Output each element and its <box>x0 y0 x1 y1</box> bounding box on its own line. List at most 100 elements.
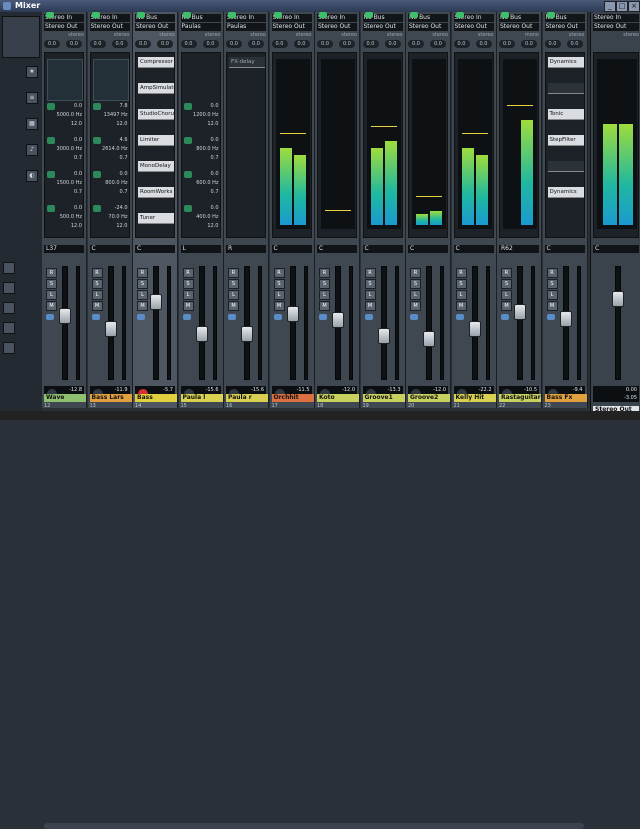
eq-band-value[interactable]: 0.0 <box>48 205 82 211</box>
pan-control[interactable]: C <box>271 245 312 253</box>
pan-control[interactable]: R62 <box>499 245 539 253</box>
insert-slot[interactable] <box>547 83 584 94</box>
output-pan[interactable]: C <box>593 245 639 253</box>
automation-read-icon[interactable] <box>319 314 327 320</box>
channel-button-m[interactable]: M <box>91 301 103 311</box>
channel-button-r[interactable]: R <box>319 268 330 278</box>
channel-button-s[interactable]: S <box>319 279 330 289</box>
pan-control[interactable]: C <box>89 245 130 253</box>
eq-band-value[interactable]: 0.0 <box>94 171 128 177</box>
eq-band-value[interactable]: 12.0 <box>94 223 127 229</box>
bars-icon[interactable]: ≡ <box>26 92 38 104</box>
insert-slot[interactable]: Tonic <box>547 109 584 120</box>
eq-band-value[interactable]: 12.0 <box>48 223 82 229</box>
phase-knob[interactable]: 0.0 <box>111 40 128 48</box>
channel-button-m[interactable]: M <box>228 301 239 311</box>
volume-fader-handle[interactable] <box>423 331 435 347</box>
channel-button-l[interactable]: L <box>501 290 512 300</box>
eq-band-value[interactable]: 1200.0 Hz <box>185 112 218 118</box>
phase-knob[interactable]: 0.0 <box>293 40 310 48</box>
channel-button-s[interactable]: S <box>46 279 57 289</box>
insert-slot[interactable]: Tuner <box>138 213 174 224</box>
channel-name[interactable]: Kelly Hit <box>453 394 496 402</box>
input-gain-knob[interactable]: 0.0 <box>226 40 242 48</box>
phase-knob[interactable]: 0.0 <box>202 40 219 48</box>
view-toggle-icon[interactable] <box>3 302 15 314</box>
output-routing[interactable]: Stereo Out <box>499 23 539 31</box>
insert-slot[interactable]: StepFilter <box>547 135 584 146</box>
output-fader-track[interactable] <box>615 266 621 380</box>
eq-band-value[interactable]: 800.0 Hz <box>185 146 218 152</box>
channel-button-m[interactable]: M <box>46 301 57 311</box>
output-routing[interactable]: Stereo Out <box>271 23 312 31</box>
eq-band-value[interactable]: 0.0 <box>48 137 82 143</box>
output-routing[interactable]: Stereo Out <box>135 23 175 31</box>
eq-band-value[interactable]: 0.0 <box>48 171 82 177</box>
insert-slot[interactable]: Limiter <box>138 135 174 146</box>
volume-fader-handle[interactable] <box>104 321 117 337</box>
output-input-routing[interactable]: Stereo In <box>593 14 639 22</box>
insert-slot[interactable]: Dynamics <box>547 187 584 198</box>
eq-curve-display[interactable] <box>92 59 129 101</box>
automation-read-icon[interactable] <box>455 314 464 320</box>
pan-control[interactable]: L <box>180 245 221 253</box>
phase-knob[interactable]: 0.0 <box>566 40 583 48</box>
pan-control[interactable]: C <box>408 245 448 253</box>
pan-control[interactable]: C <box>362 245 403 253</box>
eq-band-value[interactable]: 12.0 <box>185 121 218 127</box>
output-routing[interactable]: Stereo Out <box>453 23 494 31</box>
volume-fader-handle[interactable] <box>332 312 344 328</box>
view-toggle-icon[interactable] <box>3 262 15 274</box>
input-gain-knob[interactable]: 0.0 <box>317 40 333 48</box>
volume-fader-track[interactable] <box>289 266 296 380</box>
channel-button-s[interactable]: S <box>364 279 376 289</box>
channel-button-m[interactable]: M <box>273 301 285 311</box>
view-toggle-icon[interactable] <box>3 282 15 294</box>
eq-band-value[interactable]: 0.7 <box>48 155 82 161</box>
eq-band-value[interactable]: 0.0 <box>48 103 82 109</box>
channel-button-m[interactable]: M <box>501 301 512 311</box>
output-output-routing[interactable]: Stereo Out <box>593 23 639 31</box>
channel-name[interactable]: Bass <box>135 394 177 402</box>
insert-slot[interactable]: Compressor <box>138 57 174 68</box>
channel-name[interactable]: Paula r <box>226 394 268 402</box>
eq-bypass-icon[interactable] <box>364 12 373 18</box>
channel-name[interactable]: Paula l <box>180 394 223 402</box>
minimize-button[interactable]: _ <box>604 1 616 12</box>
automation-read-icon[interactable] <box>364 314 373 320</box>
pan-control[interactable]: R <box>226 245 266 253</box>
input-gain-knob[interactable]: 0.0 <box>271 40 288 48</box>
eq-band-value[interactable]: 12.0 <box>48 121 82 127</box>
star-icon[interactable]: ★ <box>26 66 38 78</box>
automation-read-icon[interactable] <box>410 314 418 320</box>
channel-button-r[interactable]: R <box>182 268 194 278</box>
channel-button-s[interactable]: S <box>273 279 285 289</box>
eq-bypass-icon[interactable] <box>410 12 418 18</box>
output-fader-handle[interactable] <box>612 291 624 307</box>
channel-button-s[interactable]: S <box>91 279 103 289</box>
input-gain-knob[interactable]: 0.0 <box>135 40 151 48</box>
phase-knob[interactable]: 0.0 <box>157 40 173 48</box>
pan-control[interactable]: C <box>135 245 175 253</box>
pan-control[interactable]: C <box>544 245 585 253</box>
eq-bypass-icon[interactable] <box>91 12 100 18</box>
eq-band-value[interactable]: 0.0 <box>185 205 219 211</box>
speaker-icon[interactable]: ◐ <box>26 170 38 182</box>
channel-button-r[interactable]: R <box>273 268 285 278</box>
eq-band-value[interactable]: 600.0 Hz <box>185 180 218 186</box>
channel-button-r[interactable]: R <box>46 268 57 278</box>
channel-button-r[interactable]: R <box>228 268 239 278</box>
volume-fader-handle[interactable] <box>468 321 481 337</box>
eq-band-value[interactable]: 3000.0 Hz <box>48 146 82 152</box>
output-routing[interactable]: Stereo Out <box>408 23 448 31</box>
volume-fader-handle[interactable] <box>241 326 253 342</box>
channel-button-r[interactable]: R <box>91 268 103 278</box>
output-routing[interactable]: Paulas <box>226 23 266 31</box>
volume-fader-handle[interactable] <box>377 328 390 344</box>
grid-icon[interactable]: ▦ <box>26 118 38 130</box>
insert-slot[interactable]: StudioChorus <box>138 109 174 120</box>
eq-band-value[interactable]: 0.7 <box>48 189 82 195</box>
output-routing[interactable]: Stereo Out <box>44 23 84 31</box>
output-routing[interactable]: Stereo Out <box>544 23 585 31</box>
eq-band-value[interactable]: 4.6 <box>94 137 128 143</box>
